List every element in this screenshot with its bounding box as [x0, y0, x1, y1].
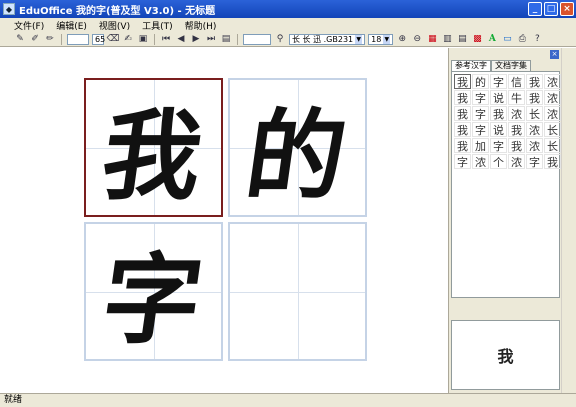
toolbar: ✎ ✐ ✏ 65 ⌫ ✍ ▣ ⏮ ◀ ▶ ⏭ ▤ ⚲ 长 长 迅 .GB231 ▼… [0, 32, 576, 47]
reference-char[interactable]: 我 [454, 122, 471, 137]
reference-char[interactable]: 的 [472, 74, 489, 89]
reference-char[interactable]: 字 [472, 122, 489, 137]
tab-reference-chars[interactable]: 参考汉字 [451, 60, 491, 71]
reference-char[interactable]: 我 [526, 74, 543, 89]
reference-char[interactable]: 浓 [544, 90, 561, 105]
next-page-icon[interactable]: ⏭ [205, 33, 217, 45]
char-cell-1[interactable]: 我 [84, 78, 223, 217]
char-cell-2[interactable]: 的 [228, 78, 367, 217]
status-text: 就绪 [4, 395, 23, 405]
preview-glyph: 我 [497, 347, 514, 366]
table-icon[interactable]: ▩ [471, 33, 483, 45]
cell-glyph: 字 [95, 242, 210, 358]
writing-canvas[interactable]: 我 的 字 [0, 48, 448, 393]
help-icon[interactable]: ? [531, 33, 543, 45]
reference-char[interactable]: 我 [508, 138, 525, 153]
cell-glyph: 的 [239, 98, 354, 214]
reference-char[interactable]: 浓 [544, 74, 561, 89]
play-icon[interactable]: ▶ [190, 33, 202, 45]
close-icon[interactable]: × [550, 50, 559, 59]
status-bar: 就绪 [0, 393, 576, 407]
menu-file[interactable]: 文件(F) [14, 19, 44, 32]
reference-char[interactable]: 我 [454, 74, 471, 89]
font-size-select[interactable]: 18 ▼ [368, 33, 394, 45]
marker-icon[interactable]: ✏ [44, 33, 56, 45]
print-icon[interactable]: ⎙ [516, 33, 528, 45]
reference-char[interactable]: 我 [454, 106, 471, 121]
reference-char[interactable]: 浓 [508, 154, 525, 169]
cell-glyph: 我 [95, 98, 210, 214]
grid-icon[interactable]: ▦ [426, 33, 438, 45]
char-cell-4[interactable] [228, 222, 367, 361]
reference-char[interactable]: 字 [490, 74, 507, 89]
reference-char[interactable]: 我 [454, 90, 471, 105]
zoom-out-icon[interactable]: ⊖ [411, 33, 423, 45]
chevron-down-icon: ▼ [383, 34, 391, 44]
reference-char-grid: 我的字信我浓我字说牛我浓我字我浓长浓我字说我浓长我加字我浓长字浓个浓字我 [451, 71, 561, 298]
font-icon[interactable]: A [486, 33, 498, 45]
reference-char[interactable]: 我 [508, 122, 525, 137]
reference-char[interactable]: 我 [454, 138, 471, 153]
app-icon: ◆ [3, 3, 15, 15]
menu-bar: 文件(F) 编辑(E) 视图(V) 工具(T) 帮助(H) [0, 18, 576, 32]
pen-icon[interactable]: ✎ [14, 33, 26, 45]
stroke-width-field[interactable]: 65 [92, 33, 105, 45]
reference-panel: × 参考汉字 文档字集 我的字信我浓我字说牛我浓我字我浓长浓我字说我浓长我加字我… [448, 48, 561, 393]
title-bar: ◆ EduOffice 我的字(普及型 V3.0) - 无标题 _ □ × [0, 0, 576, 18]
reference-char[interactable]: 长 [526, 106, 543, 121]
reference-char[interactable]: 字 [454, 154, 471, 169]
reference-char[interactable]: 长 [544, 122, 561, 137]
stroke-slider[interactable] [67, 33, 89, 45]
edit-icon[interactable]: ✍ [122, 33, 134, 45]
tab-document-chars[interactable]: 文档字集 [491, 60, 531, 71]
zoom-in-icon[interactable]: ⊕ [396, 33, 408, 45]
reference-char[interactable]: 浓 [526, 122, 543, 137]
reference-char[interactable]: 说 [490, 122, 507, 137]
reference-char[interactable]: 字 [472, 90, 489, 105]
chevron-down-icon: ▼ [355, 34, 363, 44]
reference-char[interactable]: 牛 [508, 90, 525, 105]
char-cell-3[interactable]: 字 [84, 222, 223, 361]
reference-char[interactable]: 浓 [472, 154, 489, 169]
zoom-field[interactable] [243, 33, 271, 45]
reference-char[interactable]: 我 [544, 154, 561, 169]
font-select[interactable]: 长 长 迅 .GB231 ▼ [289, 33, 366, 45]
reference-char[interactable]: 浓 [508, 106, 525, 121]
panel-edge [561, 48, 576, 393]
save-icon[interactable]: ▤ [220, 33, 232, 45]
char-preview: 我 [451, 320, 560, 390]
reference-char[interactable]: 我 [526, 90, 543, 105]
layout-icon[interactable]: ▥ [441, 33, 453, 45]
reference-char[interactable]: 浓 [544, 106, 561, 121]
minimize-button[interactable]: _ [528, 2, 542, 16]
reference-char[interactable]: 浓 [526, 138, 543, 153]
reference-char[interactable]: 加 [472, 138, 489, 153]
cell-glyph [221, 224, 375, 359]
stamp-icon[interactable]: ▣ [137, 33, 149, 45]
reference-char[interactable]: 我 [490, 106, 507, 121]
first-page-icon[interactable]: ⏮ [160, 33, 172, 45]
prev-page-icon[interactable]: ◀ [175, 33, 187, 45]
maximize-button[interactable]: □ [544, 2, 558, 16]
reference-char[interactable]: 个 [490, 154, 507, 169]
eraser-icon[interactable]: ⌫ [107, 33, 120, 45]
text-mode-icon[interactable]: ▤ [456, 33, 468, 45]
reference-char[interactable]: 长 [544, 138, 561, 153]
close-button[interactable]: × [560, 2, 574, 16]
menu-view[interactable]: 视图(V) [99, 19, 130, 32]
reference-char[interactable]: 字 [472, 106, 489, 121]
reference-char[interactable]: 说 [490, 90, 507, 105]
reference-char[interactable]: 字 [490, 138, 507, 153]
binoculars-icon[interactable]: ⚲ [274, 33, 286, 45]
window-title: EduOffice 我的字(普及型 V3.0) - 无标题 [19, 5, 216, 17]
reference-char[interactable]: 字 [526, 154, 543, 169]
brush-icon[interactable]: ✐ [29, 33, 41, 45]
menu-edit[interactable]: 编辑(E) [56, 19, 87, 32]
monitor-icon[interactable]: ▭ [501, 33, 513, 45]
menu-help[interactable]: 帮助(H) [185, 19, 217, 32]
reference-char[interactable]: 信 [508, 74, 525, 89]
menu-tools[interactable]: 工具(T) [142, 19, 173, 32]
